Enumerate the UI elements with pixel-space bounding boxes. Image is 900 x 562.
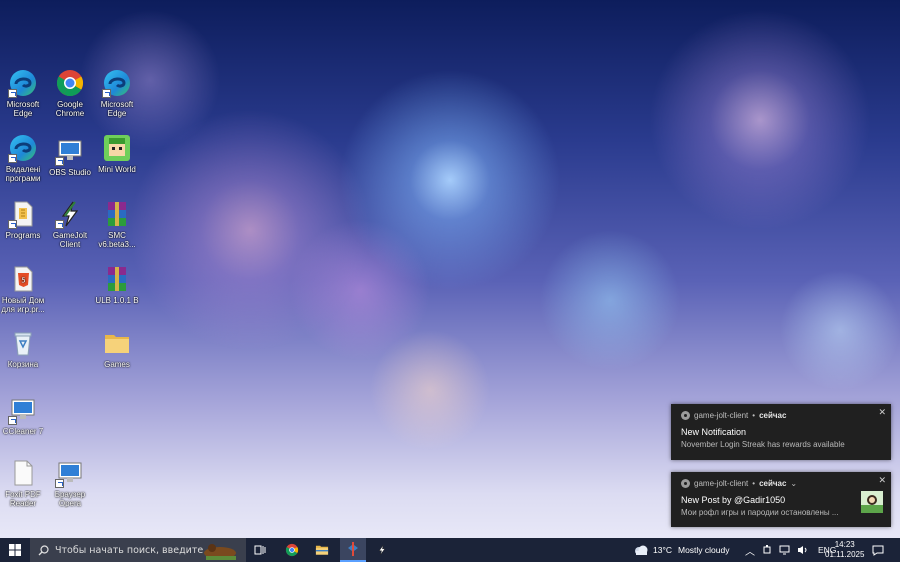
system-tray: ︿ ENG (745, 538, 836, 562)
notification-title: New Post by @Gadir1050 (681, 495, 786, 505)
search-icon (38, 541, 49, 560)
taskbar-app-active[interactable] (340, 538, 366, 562)
notification-body: Мои рофл игры и пародии остановлены ... (681, 508, 839, 517)
desktop-icon-label: Programs (5, 231, 41, 240)
desktop-icon-label: Games (104, 360, 130, 369)
desktop-icon-edge[interactable]: Microsoft Edge (0, 68, 46, 118)
desktop-icon-ulb[interactable]: ULB 1.0.1 B (94, 264, 140, 305)
weather-temperature: 13°C (653, 545, 672, 555)
notification-center-button[interactable] (872, 538, 884, 562)
desktop-icon-label: Новый Дом для игр.pr... (1, 296, 45, 314)
desktop-icon-obs-studio[interactable]: OBS Studio (47, 136, 93, 177)
clock-date: 01.11.2025 (825, 550, 865, 559)
notification-icon (872, 545, 884, 556)
gamejolt-icon (378, 545, 386, 555)
desktop-icon-label: Microsoft Edge (100, 100, 134, 118)
gamejolt-icon (55, 199, 85, 229)
svg-text:5: 5 (21, 277, 25, 285)
desktop-icon-chrome[interactable]: Google Chrome (47, 68, 93, 118)
document-icon (8, 199, 38, 229)
desktop-icon-gamejolt[interactable]: GameJolt Client (47, 199, 93, 249)
desktop-icon-label: Google Chrome (55, 100, 85, 118)
cloud-icon (635, 545, 648, 555)
desktop-icon-label: Foxit PDF Reader (5, 490, 41, 508)
desktop-icon-label: SMC v6.beta3... (98, 231, 136, 249)
task-view-icon (254, 545, 266, 555)
desktop-icon-mini-world[interactable]: Mini World (94, 133, 140, 174)
desktop-icon-label: Корзина (7, 360, 39, 369)
desktop-icon-recycle-bin[interactable]: Корзина (0, 328, 46, 369)
post-thumbnail (861, 491, 883, 513)
desktop-icon-recycled-programs[interactable]: Видалені програми (0, 133, 46, 183)
desktop: Microsoft Edge Видалені програми Program… (0, 0, 900, 538)
monitor-icon (55, 458, 85, 488)
chevron-down-icon[interactable]: ⌄ (790, 479, 797, 488)
notification-header: game-jolt-client • сейчас ⌄ (681, 479, 797, 488)
notification-toast[interactable]: game-jolt-client • сейчас ⌄ ✕ New Post b… (671, 472, 891, 527)
html-file-icon: 5 (8, 264, 38, 294)
desktop-icon-programs[interactable]: Programs (0, 199, 46, 240)
desktop-icon-label: GameJolt Client (52, 231, 88, 249)
notification-app-name: game-jolt-client (694, 479, 749, 488)
chrome-icon (55, 68, 85, 98)
winrar-archive-icon (102, 264, 132, 294)
app-icon (681, 479, 690, 488)
desktop-icon-label: Видалені програми (5, 165, 41, 183)
winrar-archive-icon (102, 199, 132, 229)
notification-body: November Login Streak has rewards availa… (681, 440, 845, 449)
folder-icon (315, 545, 329, 555)
desktop-icon-games-folder[interactable]: Games (94, 328, 140, 369)
app-icon (348, 542, 358, 556)
recycle-bin-icon (8, 328, 38, 358)
edge-icon (102, 68, 132, 98)
monitor-icon (8, 395, 38, 425)
chrome-icon (285, 543, 299, 557)
taskbar-search-box[interactable]: Чтобы начать поиск, введите (30, 538, 246, 562)
notification-title: New Notification (681, 427, 747, 437)
desktop-icon-label: ULB 1.0.1 B (95, 296, 139, 305)
desktop-icon-opera[interactable]: Браузер Opera (47, 458, 93, 508)
clock-time: 14:23 (834, 540, 855, 549)
search-highlight-icon (200, 540, 242, 560)
edge-icon (8, 133, 38, 163)
document-icon (8, 458, 38, 488)
monitor-icon (55, 136, 85, 166)
desktop-icon-new-game-home[interactable]: 5 Новый Дом для игр.pr... (0, 264, 46, 314)
weather-widget[interactable]: 13°C Mostly cloudy (633, 538, 730, 562)
desktop-icon-smc[interactable]: SMC v6.beta3... (94, 199, 140, 249)
start-button[interactable] (0, 538, 30, 562)
notification-app-name: game-jolt-client (694, 411, 749, 420)
clock[interactable]: 14:23 01.11.2025 (825, 538, 864, 562)
search-placeholder: Чтобы начать поиск, введите (55, 544, 204, 556)
notification-toast[interactable]: game-jolt-client • сейчас ✕ New Notifica… (671, 404, 891, 460)
desktop-icon-label: Microsoft Edge (6, 100, 40, 118)
desktop-icon-edge-2[interactable]: Microsoft Edge (94, 68, 140, 118)
taskbar-app-chrome[interactable] (280, 538, 304, 562)
chevron-up-icon[interactable]: ︿ (745, 543, 755, 558)
taskbar-app-gamejolt[interactable] (370, 538, 394, 562)
weather-description: Mostly cloudy (678, 545, 730, 555)
app-icon (681, 411, 690, 420)
close-icon[interactable]: ✕ (878, 475, 886, 486)
desktop-icon-ccleaner[interactable]: CCleaner 7 (0, 395, 46, 436)
close-icon[interactable]: ✕ (878, 407, 886, 418)
notification-header: game-jolt-client • сейчас (681, 411, 786, 420)
notification-time: сейчас (759, 479, 787, 488)
desktop-icon-label: CCleaner 7 (2, 427, 44, 436)
task-view-button[interactable] (248, 538, 272, 562)
windows-logo-icon (9, 544, 21, 556)
desktop-icon-label: OBS Studio (49, 168, 91, 177)
taskbar: Чтобы начать поиск, введите 13°C Mostly … (0, 538, 900, 562)
taskbar-app-file-explorer[interactable] (310, 538, 334, 562)
volume-icon[interactable] (797, 545, 808, 555)
folder-icon (102, 328, 132, 358)
edge-icon (8, 68, 38, 98)
desktop-icon-foxit-pdf[interactable]: Foxit PDF Reader (0, 458, 46, 508)
network-icon[interactable] (779, 545, 790, 555)
desktop-icon-label: Mini World (98, 165, 136, 174)
notification-time: сейчас (759, 411, 787, 420)
mini-world-icon (102, 133, 132, 163)
usb-device-icon[interactable] (762, 545, 772, 555)
desktop-icon-label: Браузер Opera (54, 490, 86, 508)
